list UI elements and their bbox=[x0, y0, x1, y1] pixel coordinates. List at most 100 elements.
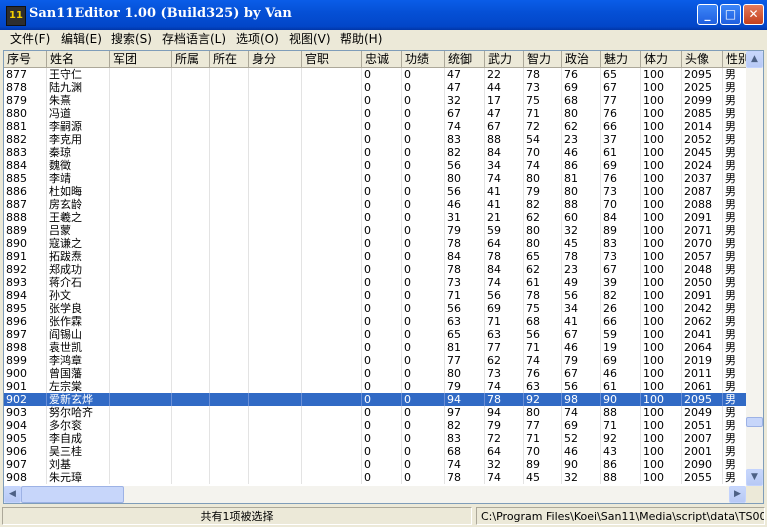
menu-edit[interactable]: 编辑(E) bbox=[61, 30, 102, 49]
col-legion bbox=[110, 341, 172, 354]
menu-view[interactable]: 视图(V) bbox=[289, 30, 331, 49]
col-politics: 88 bbox=[562, 198, 601, 211]
col-name: 努尔哈齐 bbox=[47, 406, 110, 419]
col-id: 906 bbox=[4, 445, 47, 458]
header-col-id[interactable]: 序号 bbox=[4, 51, 47, 67]
scroll-right-button[interactable]: ▶ bbox=[729, 486, 746, 503]
col-location bbox=[210, 185, 249, 198]
table-row[interactable]: 901 左宗棠 0 0 79 74 63 56 61 100 2061 男 bbox=[4, 380, 746, 393]
col-war: 69 bbox=[485, 302, 524, 315]
col-stamina: 100 bbox=[641, 211, 682, 224]
table-row[interactable]: 887 房玄龄 0 0 46 41 82 88 70 100 2088 男 bbox=[4, 198, 746, 211]
col-gender: 男 bbox=[723, 146, 746, 159]
table-row[interactable]: 891 拓跋焘 0 0 84 78 65 78 73 100 2057 男 bbox=[4, 250, 746, 263]
table-row[interactable]: 882 李克用 0 0 83 88 54 23 37 100 2052 男 bbox=[4, 133, 746, 146]
table-row[interactable]: 885 李靖 0 0 80 74 80 81 76 100 2037 男 bbox=[4, 172, 746, 185]
col-stamina: 100 bbox=[641, 276, 682, 289]
title-bar[interactable]: 11 San11Editor 1.00 (Build325) by Van _ … bbox=[0, 0, 767, 30]
table-row[interactable]: 900 曾国藩 0 0 80 73 76 67 46 100 2011 男 bbox=[4, 367, 746, 380]
header-col-legion[interactable]: 军团 bbox=[110, 51, 172, 67]
horizontal-scrollbar[interactable]: ◀ ▶ bbox=[4, 486, 746, 503]
table-row[interactable]: 899 李鸿章 0 0 77 62 74 79 69 100 2019 男 bbox=[4, 354, 746, 367]
table-row[interactable]: 894 孙文 0 0 71 56 78 56 82 100 2091 男 bbox=[4, 289, 746, 302]
header-col-stamina[interactable]: 体力 bbox=[641, 51, 682, 67]
header-col-war[interactable]: 武力 bbox=[485, 51, 524, 67]
col-location bbox=[210, 302, 249, 315]
table-row[interactable]: 905 李自成 0 0 83 72 71 52 92 100 2007 男 bbox=[4, 432, 746, 445]
scroll-up-button[interactable]: ▲ bbox=[746, 51, 763, 68]
table-row[interactable]: 896 张作霖 0 0 63 71 68 41 66 100 2062 男 bbox=[4, 315, 746, 328]
scroll-left-button[interactable]: ◀ bbox=[4, 486, 21, 503]
table-row[interactable]: 879 朱熹 0 0 32 17 75 68 77 100 2099 男 bbox=[4, 94, 746, 107]
table-row[interactable]: 890 寇谦之 0 0 78 64 80 45 83 100 2070 男 bbox=[4, 237, 746, 250]
col-politics: 79 bbox=[562, 354, 601, 367]
header-col-gender[interactable]: 性别 bbox=[723, 51, 747, 67]
col-rank bbox=[302, 159, 362, 172]
header-col-intelligence[interactable]: 智力 bbox=[524, 51, 562, 67]
table-row[interactable]: 903 努尔哈齐 0 0 97 94 80 74 88 100 2049 男 bbox=[4, 406, 746, 419]
table-row[interactable]: 906 吴三桂 0 0 68 64 70 46 43 100 2001 男 bbox=[4, 445, 746, 458]
header-col-loyalty[interactable]: 忠诚 bbox=[362, 51, 402, 67]
table-row-selected[interactable]: 902 爱新玄烨 0 0 94 78 92 98 90 100 2095 男 bbox=[4, 393, 746, 406]
table-row[interactable]: 883 秦琼 0 0 82 84 70 46 61 100 2045 男 bbox=[4, 146, 746, 159]
menu-help[interactable]: 帮助(H) bbox=[340, 30, 382, 49]
table-row[interactable]: 892 郑成功 0 0 78 84 62 23 67 100 2048 男 bbox=[4, 263, 746, 276]
table-row[interactable]: 886 杜如晦 0 0 56 41 79 80 73 100 2087 男 bbox=[4, 185, 746, 198]
vertical-scroll-thumb[interactable] bbox=[746, 417, 763, 427]
col-intelligence: 74 bbox=[524, 354, 562, 367]
col-intelligence: 89 bbox=[524, 458, 562, 471]
table-row[interactable]: 895 张学良 0 0 56 69 75 34 26 100 2042 男 bbox=[4, 302, 746, 315]
col-name: 李鸿章 bbox=[47, 354, 110, 367]
menu-options[interactable]: 选项(O) bbox=[236, 30, 279, 49]
menu-save-language[interactable]: 存档语言(L) bbox=[162, 30, 226, 49]
table-row[interactable]: 880 冯道 0 0 67 47 71 80 76 100 2085 男 bbox=[4, 107, 746, 120]
table-row[interactable]: 888 王羲之 0 0 31 21 62 60 84 100 2091 男 bbox=[4, 211, 746, 224]
col-war: 77 bbox=[485, 341, 524, 354]
col-gender: 男 bbox=[723, 367, 746, 380]
header-col-status[interactable]: 身分 bbox=[249, 51, 302, 67]
table-row[interactable]: 907 刘基 0 0 74 32 89 90 86 100 2090 男 bbox=[4, 458, 746, 471]
header-col-location[interactable]: 所在 bbox=[210, 51, 249, 67]
table-row[interactable]: 884 魏徵 0 0 56 34 74 86 69 100 2024 男 bbox=[4, 159, 746, 172]
table-row[interactable]: 878 陆九渊 0 0 47 44 73 69 67 100 2025 男 bbox=[4, 81, 746, 94]
header-col-name[interactable]: 姓名 bbox=[47, 51, 110, 67]
col-war: 47 bbox=[485, 107, 524, 120]
col-id: 900 bbox=[4, 367, 47, 380]
table-row[interactable]: 877 王守仁 0 0 47 22 78 76 65 100 2095 男 bbox=[4, 68, 746, 81]
col-merit: 0 bbox=[402, 107, 445, 120]
menu-search[interactable]: 搜索(S) bbox=[111, 30, 152, 49]
vertical-scrollbar[interactable]: ▲ ▼ bbox=[746, 51, 763, 486]
table-row[interactable]: 897 阎锡山 0 0 65 63 56 67 59 100 2041 男 bbox=[4, 328, 746, 341]
col-loyalty: 0 bbox=[362, 81, 402, 94]
col-charisma: 65 bbox=[601, 68, 641, 81]
maximize-button[interactable]: □ bbox=[720, 4, 741, 25]
close-button[interactable]: ✕ bbox=[743, 4, 764, 25]
table-row[interactable]: 881 李嗣源 0 0 74 67 72 62 66 100 2014 男 bbox=[4, 120, 746, 133]
col-charisma: 92 bbox=[601, 432, 641, 445]
col-legion bbox=[110, 198, 172, 211]
header-col-leadership[interactable]: 统御 bbox=[445, 51, 485, 67]
horizontal-scroll-thumb[interactable] bbox=[21, 486, 124, 503]
col-legion bbox=[110, 406, 172, 419]
table-row[interactable]: 908 朱元璋 0 0 78 74 45 32 88 100 2055 男 bbox=[4, 471, 746, 484]
minimize-button[interactable]: _ bbox=[697, 4, 718, 25]
scroll-down-button[interactable]: ▼ bbox=[746, 469, 763, 486]
col-location bbox=[210, 146, 249, 159]
table-row[interactable]: 889 吕蒙 0 0 79 59 80 32 89 100 2071 男 bbox=[4, 224, 746, 237]
header-col-merit[interactable]: 功绩 bbox=[402, 51, 445, 67]
header-col-affiliation[interactable]: 所属 bbox=[172, 51, 210, 67]
col-affiliation bbox=[172, 120, 210, 133]
col-charisma: 39 bbox=[601, 276, 641, 289]
table-row[interactable]: 898 袁世凯 0 0 81 77 71 46 19 100 2064 男 bbox=[4, 341, 746, 354]
table-row[interactable]: 893 蒋介石 0 0 73 74 61 49 39 100 2050 男 bbox=[4, 276, 746, 289]
header-col-portrait[interactable]: 头像 bbox=[682, 51, 723, 67]
col-charisma: 61 bbox=[601, 380, 641, 393]
col-affiliation bbox=[172, 107, 210, 120]
col-merit: 0 bbox=[402, 367, 445, 380]
header-col-rank[interactable]: 官职 bbox=[302, 51, 362, 67]
table-row[interactable]: 904 多尔衮 0 0 82 79 77 69 71 100 2051 男 bbox=[4, 419, 746, 432]
header-col-politics[interactable]: 政治 bbox=[562, 51, 601, 67]
col-id: 881 bbox=[4, 120, 47, 133]
menu-file[interactable]: 文件(F) bbox=[10, 30, 50, 49]
header-col-charisma[interactable]: 魅力 bbox=[601, 51, 641, 67]
